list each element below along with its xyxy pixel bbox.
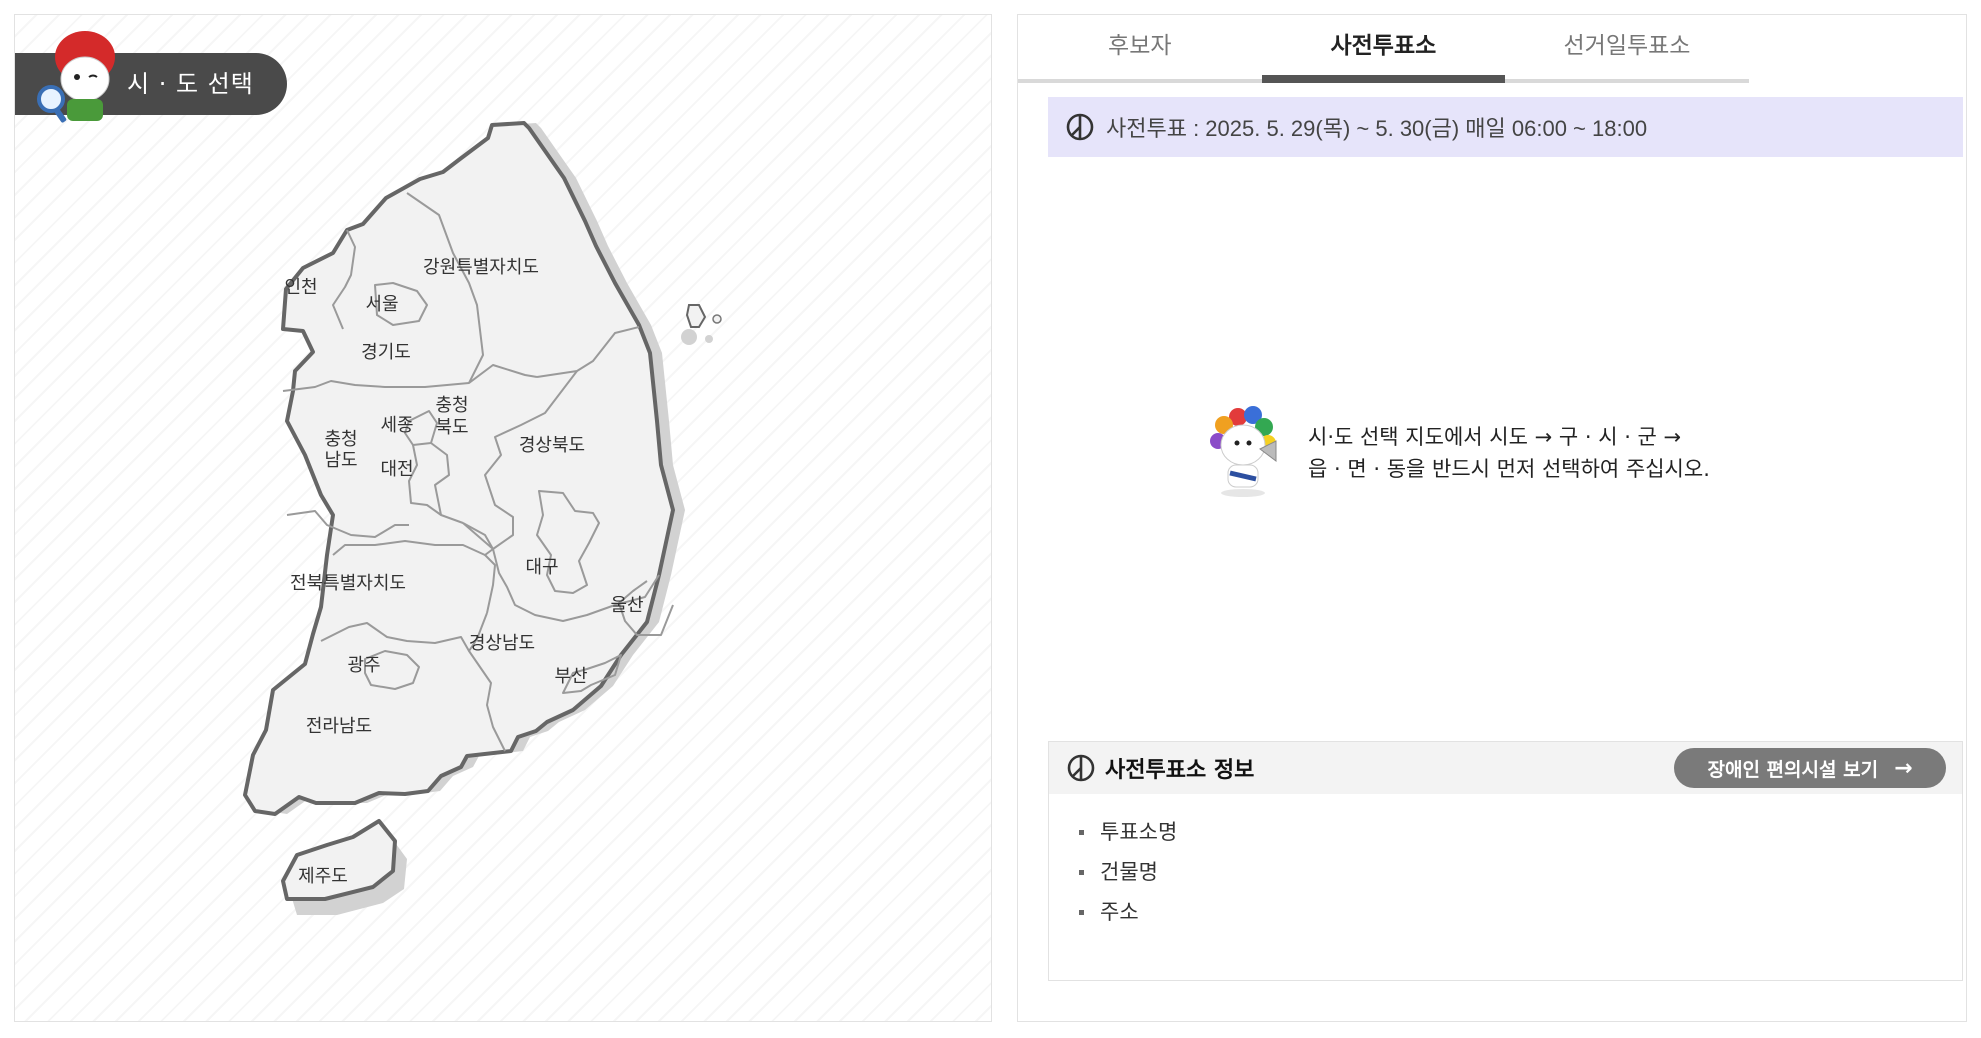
region-label-daejeon[interactable]: 대전 [380,459,413,480]
tab-early-voting-stations[interactable]: 사전투표소 [1261,15,1506,83]
mascot-magnifier-icon [37,31,115,123]
ballot-mark-icon [1067,754,1095,782]
booth-field-label: 투표소명 [1100,820,1178,844]
arrow-right-icon: → [1894,755,1913,781]
booth-field-building-name: 건물명 [1079,852,1962,892]
tab-election-day-stations[interactable]: 선거일투표소 [1505,15,1749,79]
ballot-mark-icon [1066,113,1094,141]
ulleung-island [685,304,707,328]
early-voting-period-bar: 사전투표 : 2025. 5. 29(목) ~ 5. 30(금) 매일 06:0… [1048,97,1963,157]
region-label-seoul[interactable]: 서울 [365,294,398,315]
region-label-jeonbuk[interactable]: 전북특별자치도 [290,573,406,594]
guide-line-1: 시·도 선택 지도에서 시도 → 구 · 시 · 군 → [1308,425,1682,449]
booth-info-fields: 투표소명 건물명 주소 [1049,794,1962,932]
tab-candidates[interactable]: 후보자 [1018,15,1262,79]
map-panel: 인천 서울 경기도 강원특별자치도 충청 남도 세종 충청 북도 대전 경상북도… [14,14,992,1022]
region-label-chungbuk-1[interactable]: 충청 [435,395,468,416]
region-label-daegu[interactable]: 대구 [525,557,558,578]
guide-line-2: 읍 · 면 · 동을 반드시 먼저 선택하여 주십시오. [1308,457,1710,481]
region-label-busan[interactable]: 부산 [554,666,587,687]
selection-guide: 시·도 선택 지도에서 시도 → 구 · 시 · 군 → 읍 · 면 · 동을 … [1198,399,1818,519]
bullet-icon [1079,909,1084,915]
bullet-icon [1079,829,1084,835]
region-label-chungnam-2: 남도 [324,450,357,471]
region-label-gyeongbuk[interactable]: 경상북도 [519,435,585,456]
booth-field-station-name: 투표소명 [1079,812,1962,852]
bullet-icon [1079,869,1084,875]
region-label-gyeonggi[interactable]: 경기도 [361,342,411,363]
booth-info-section: 사전투표소 정보 장애인 편의시설 보기 → 투표소명 건물명 주소 [1048,741,1963,981]
booth-field-label: 건물명 [1100,860,1158,884]
ulleung-shadow [681,329,697,345]
booth-field-label: 주소 [1100,900,1139,924]
region-label-gwangju[interactable]: 광주 [347,655,380,676]
dokdo-shadow [705,335,713,343]
booth-info-header: 사전투표소 정보 장애인 편의시설 보기 → [1049,742,1962,794]
accessibility-facilities-button[interactable]: 장애인 편의시설 보기 → [1674,748,1946,788]
early-voting-period-text: 사전투표 : 2025. 5. 29(목) ~ 5. 30(금) 매일 06:0… [1106,116,1648,141]
region-label-gangwon[interactable]: 강원특별자치도 [423,257,539,278]
selection-guide-text: 시·도 선택 지도에서 시도 → 구 · 시 · 군 → 읍 · 면 · 동을 … [1308,421,1710,485]
booth-info-title: 사전투표소 정보 [1105,758,1255,783]
region-label-jeju[interactable]: 제주도 [298,866,348,887]
region-label-incheon[interactable]: 인천 [284,277,317,298]
region-label-chungbuk-2: 북도 [435,417,468,438]
accessibility-facilities-label: 장애인 편의시설 보기 [1707,758,1879,781]
region-label-chungnam-1[interactable]: 충청 [324,429,357,450]
korea-map: 인천 서울 경기도 강원특별자치도 충청 남도 세종 충청 북도 대전 경상북도… [243,121,722,915]
region-label-sejong[interactable]: 세종 [380,415,413,436]
dokdo-island [712,314,722,324]
region-label-gyeongnam[interactable]: 경상남도 [469,633,535,654]
mascot-megaphone-icon [1210,406,1277,497]
region-label-jeonnam[interactable]: 전라남도 [306,716,372,737]
info-panel: 후보자 사전투표소 선거일투표소 사전투표 : 2025. 5. 29(목) ~… [1017,14,1967,1022]
region-label-ulsan[interactable]: 울산 [610,595,643,616]
booth-field-address: 주소 [1079,892,1962,932]
mainland-outline [243,121,675,816]
sido-select-label: 시 · 도 선택 [127,70,254,98]
tab-bar: 후보자 사전투표소 선거일투표소 [1018,15,1749,83]
